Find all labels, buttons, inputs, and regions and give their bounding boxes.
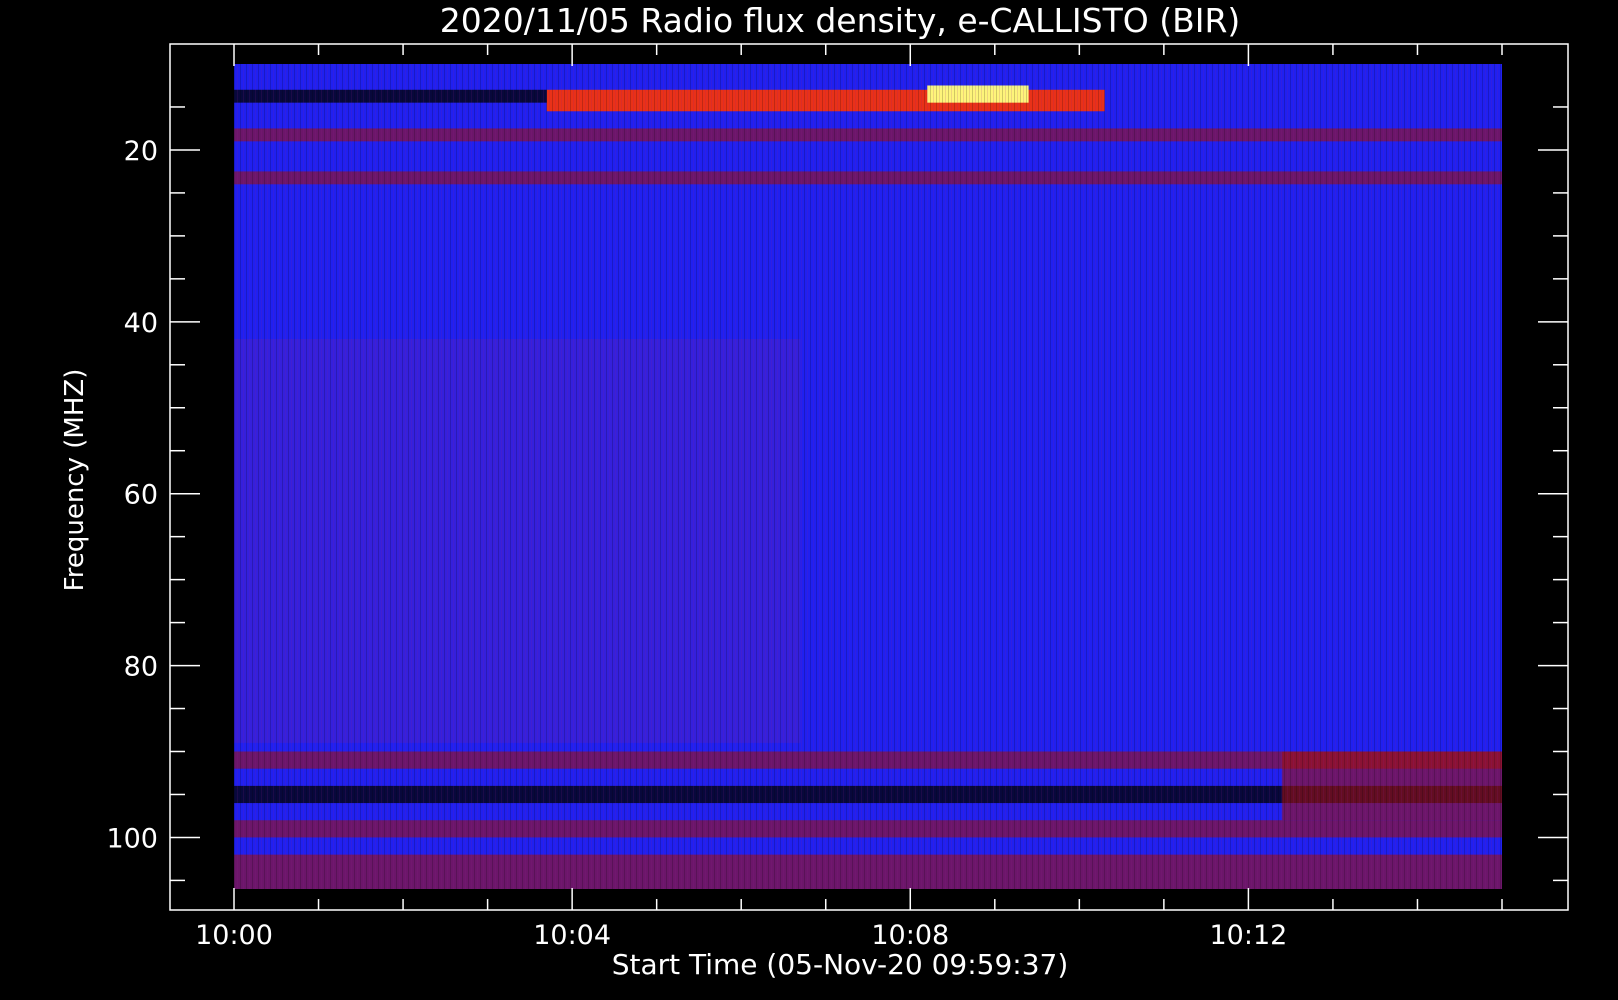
y-axis-label: Frequency (MHZ) <box>60 369 90 592</box>
x-tick-label: 10:12 <box>1209 920 1287 951</box>
y-tick-label: 60 <box>124 480 158 511</box>
x-tick-label: 10:08 <box>871 920 949 951</box>
x-axis-label: Start Time (05-Nov-20 09:59:37) <box>612 948 1069 981</box>
time-sample-texture <box>234 64 1502 889</box>
spectrogram-figure: 2020/11/05 Radio flux density, e-CALLIST… <box>60 1 1569 981</box>
y-tick-label: 20 <box>124 136 158 167</box>
chart-title: 2020/11/05 Radio flux density, e-CALLIST… <box>440 1 1241 40</box>
x-tick-label: 10:04 <box>533 920 611 951</box>
y-tick-label: 80 <box>124 652 158 683</box>
spectrogram-plot <box>234 64 1502 889</box>
y-tick-label: 40 <box>124 308 158 339</box>
y-tick-label: 100 <box>106 823 158 854</box>
x-tick-label: 10:00 <box>195 920 273 951</box>
